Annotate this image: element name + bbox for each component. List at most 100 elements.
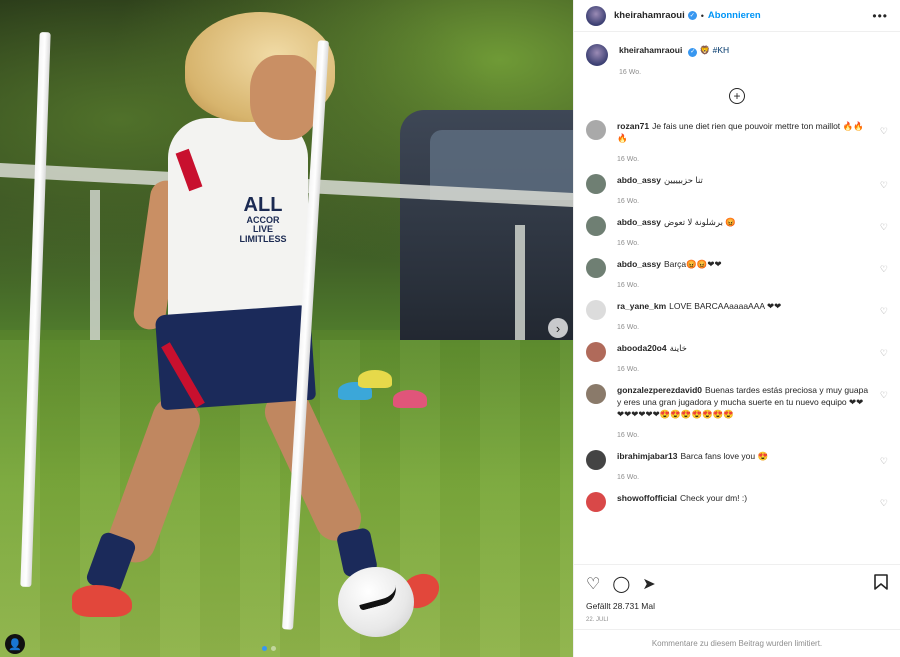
caption-emoji: 🦁 [699,45,711,55]
comment-body: abooda20o4 خاينة 16 Wo. [617,342,888,373]
comment-like-heart-icon[interactable]: ♡ [880,126,888,137]
comment-bubble-icon[interactable]: ◯ [612,574,630,594]
comment-content: Je fais une diet rien que pouvoir mettre… [617,120,864,143]
sponsor-sub: ACCOR LIVE LIMITLESS [239,215,287,244]
comment-row: gonzalezperezdavid0 Buenas tardes estás p… [586,383,888,439]
author-avatar[interactable] [586,44,608,66]
comment-row: abooda20o4 خاينة 16 Wo. ♡ [586,341,888,373]
verified-badge-icon: ✓ [688,47,698,57]
comment-content: برشلونة لا تعوض 😡 [663,216,736,227]
comment-text: ra_yane_km LOVE BARCAAaaaaAAA ❤❤ [617,300,870,312]
comment-like-heart-icon[interactable]: ♡ [880,222,888,233]
follow-button[interactable]: Abonnieren [708,10,761,21]
commenter-avatar[interactable] [586,119,606,140]
commenter-username[interactable]: abdo_assy [617,175,661,185]
comment-body: showoffofficial Check your dm! :) [617,492,888,504]
comment-like-heart-icon[interactable]: ♡ [880,264,888,275]
comment-row: abdo_assy تنا حزبيييين 16 Wo. ♡ [586,173,888,205]
author-avatar[interactable] [586,5,606,26]
comments-list[interactable]: kheirahamraoui ✓ 🦁 #KH 16 Wo. + rozan71 Je… [574,32,900,564]
commenter-username[interactable]: abdo_assy [617,259,661,269]
commenter-avatar[interactable] [586,215,606,236]
comment-age: 16 Wo. [617,281,640,289]
comment-like-heart-icon[interactable]: ♡ [880,456,888,467]
comment-row: showoffofficial Check your dm! :) ♡ [586,491,888,512]
commenter-avatar[interactable] [586,341,606,362]
comment-text: abdo_assy تنا حزبيييين [617,174,870,186]
caption-hashtag[interactable]: #KH [713,45,730,55]
commenter-avatar[interactable] [586,299,606,320]
commenter-username[interactable]: abdo_assy [617,217,661,227]
comment-content: تنا حزبيييين [663,174,703,185]
user-tag-icon[interactable]: 👤 [5,634,25,654]
comment-text: rozan71 Je fais une diet rien que pouvoir… [617,120,870,144]
like-count[interactable]: Gefällt 28.731 Mal [586,601,888,611]
comment-like-heart-icon[interactable]: ♡ [880,348,888,359]
comment-age: 16 Wo. [617,239,640,247]
commenter-avatar[interactable] [586,449,606,470]
caption-text: kheirahamraoui ✓ 🦁 #KH [619,44,870,57]
comment-text: ibrahimjabar13 Barca fans love you 😍 [617,450,870,462]
comment-age: 16 Wo. [617,155,640,163]
comment-like-heart-icon[interactable]: ♡ [880,180,888,191]
comment-like-heart-icon[interactable]: ♡ [880,306,888,317]
training-cone [393,390,427,408]
commenter-username[interactable]: ra_yane_km [617,301,666,311]
comment-row: abdo_assy برشلونة لا تعوض 😡 16 Wo. ♡ [586,215,888,247]
post-header: kheirahamraoui ✓ • Abonnieren ••• [574,0,900,32]
bookmark-icon[interactable] [874,573,888,595]
comment-body: ra_yane_km LOVE BARCAAaaaaAAA ❤❤ 16 Wo. [617,300,888,331]
comment-age: 16 Wo. [617,431,640,439]
commenter-avatar[interactable] [586,173,606,194]
commenter-username[interactable]: gonzalezperezdavid0 [617,385,702,395]
commenter-username[interactable]: ibrahimjabar13 [617,451,677,461]
load-more-comments-icon[interactable]: + [729,87,745,104]
commenter-username[interactable]: rozan71 [617,121,649,131]
sponsor-brand: ALL [243,194,283,216]
separator-dot: • [700,10,704,21]
commenter-avatar[interactable] [586,257,606,278]
commenter-avatar[interactable] [586,491,606,512]
commenter-avatar[interactable] [586,383,606,404]
comment-row: rozan71 Je fais une diet rien que pouvoir… [586,119,888,163]
shirt-sponsor: ALL ACCOR LIVE LIMITLESS [236,195,290,244]
railing-post [90,190,100,340]
share-paper-plane-icon[interactable]: ➤ [642,574,655,594]
caption-body: kheirahamraoui ✓ 🦁 #KH 16 Wo. [619,44,888,76]
post-photo[interactable]: ALL ACCOR LIVE LIMITLESS › 👤 [0,0,573,657]
comment-like-heart-icon[interactable]: ♡ [880,498,888,509]
commenter-username[interactable]: abooda20o4 [617,343,667,353]
comment-age: 16 Wo. [617,473,640,481]
commenter-username[interactable]: showoffofficial [617,493,677,503]
comment-row: ibrahimjabar13 Barca fans love you 😍 16 Wo… [586,449,888,481]
comment-body: gonzalezperezdavid0 Buenas tardes estás p… [617,384,888,439]
comment-content: Barça😡😡❤❤ [663,258,722,269]
comment-text: showoffofficial Check your dm! :) [617,492,870,504]
like-heart-icon[interactable]: ♡ [586,574,600,594]
action-icons: ♡ ◯ ➤ [586,573,888,595]
bookmark-icon-svg [874,573,888,590]
post-date: 22. JULI [586,617,609,623]
comment-age: 16 Wo. [617,365,640,373]
verified-badge-icon: ✓ [687,11,697,20]
caption-age: 16 Wo. [619,68,642,76]
comment-body: abdo_assy تنا حزبيييين 16 Wo. [617,174,888,205]
carousel-dot [271,646,276,651]
next-image-icon[interactable]: › [548,318,568,338]
more-options-icon[interactable]: ••• [872,9,888,23]
comments-limited-notice: Kommentare zu diesem Beitrag wurden limi… [574,629,900,657]
comment-like-heart-icon[interactable]: ♡ [880,390,888,401]
carousel-dots [262,646,276,651]
comment-row: abdo_assy Barça😡😡❤❤ 16 Wo. ♡ [586,257,888,289]
player-face [250,55,320,140]
caption-username[interactable]: kheirahamraoui [619,45,682,55]
comment-text: abooda20o4 خاينة [617,342,870,354]
comment-content: Check your dm! :) [679,492,748,503]
comment-text: abdo_assy Barça😡😡❤❤ [617,258,870,270]
post-sidebar: kheirahamraoui ✓ • Abonnieren ••• kheira… [573,0,900,657]
comment-age: 16 Wo. [617,197,640,205]
comment-content: Barca fans love you 😍 [680,450,769,461]
comment-text: gonzalezperezdavid0 Buenas tardes estás p… [617,384,870,420]
author-username[interactable]: kheirahamraoui [614,10,685,21]
comment-body: ibrahimjabar13 Barca fans love you 😍 16 Wo… [617,450,888,481]
